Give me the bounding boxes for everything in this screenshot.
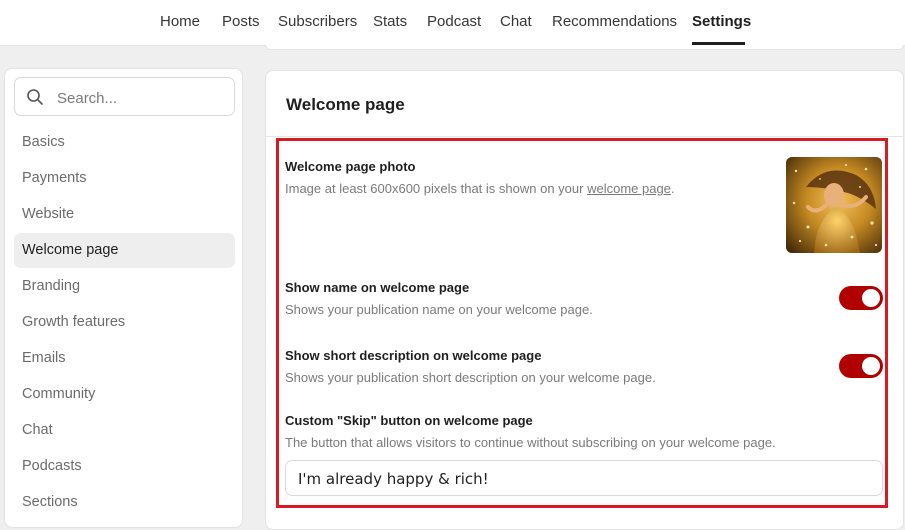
settings-sidebar: Basics Payments Website Welcome page Bra… — [4, 68, 243, 528]
sidebar-item-emails[interactable]: Emails — [14, 341, 235, 376]
sidebar-item-label: Emails — [22, 350, 66, 366]
tab-recommendations[interactable]: Recommendations — [552, 13, 677, 30]
photo-setting-title: Welcome page photo — [285, 159, 416, 174]
search-input[interactable] — [55, 87, 229, 109]
show-name-description: Shows your publication name on your welc… — [285, 302, 593, 317]
show-name-toggle[interactable] — [839, 286, 883, 310]
sidebar-item-podcasts[interactable]: Podcasts — [14, 449, 235, 484]
show-description-toggle[interactable] — [839, 354, 883, 378]
show-name-title: Show name on welcome page — [285, 280, 470, 295]
toggle-knob — [862, 289, 880, 307]
photo-desc-text: Image at least 600x600 pixels that is sh… — [285, 181, 588, 196]
search-box[interactable] — [14, 77, 235, 116]
sidebar-item-branding[interactable]: Branding — [14, 269, 235, 304]
tab-home[interactable]: Home — [160, 13, 200, 30]
divider — [266, 136, 903, 137]
photo-desc-suffix: . — [670, 181, 675, 196]
sidebar-item-label: Chat — [22, 422, 53, 438]
sidebar-item-growth-features[interactable]: Growth features — [14, 305, 235, 340]
sidebar-item-label: Payments — [22, 170, 87, 186]
previous-panel-edge — [265, 45, 904, 50]
photo-setting-description: Image at least 600x600 pixels that is sh… — [285, 181, 675, 196]
sidebar-item-label: Community — [22, 386, 96, 402]
show-description-title: Show short description on welcome page — [285, 348, 542, 363]
tab-subscribers[interactable]: Subscribers — [278, 13, 357, 30]
sidebar-item-label: Podcasts — [22, 458, 82, 474]
welcome-photo-thumbnail[interactable] — [786, 157, 882, 253]
sidebar-item-label: Sections — [22, 494, 78, 510]
tab-podcast[interactable]: Podcast — [427, 13, 481, 30]
sidebar-item-payments[interactable]: Payments — [14, 161, 235, 196]
sidebar-item-label: Branding — [22, 278, 81, 294]
sidebar-item-chat[interactable]: Chat — [14, 413, 235, 448]
page-title: Welcome page — [286, 95, 405, 114]
sidebar-item-website[interactable]: Website — [14, 197, 235, 232]
sidebar-item-label: Growth features — [22, 314, 126, 330]
skip-button-description: The button that allows visitors to conti… — [285, 435, 776, 450]
tab-settings[interactable]: Settings — [692, 13, 751, 30]
welcome-photo-image — [786, 157, 882, 253]
sidebar-item-label: Basics — [22, 134, 65, 150]
sidebar-item-welcome-page[interactable]: Welcome page — [14, 233, 235, 268]
skip-button-input[interactable] — [296, 468, 870, 490]
welcome-page-link[interactable]: welcome page — [587, 181, 671, 196]
sidebar-item-label: Website — [22, 206, 75, 222]
search-icon — [27, 89, 43, 105]
skip-button-field[interactable] — [285, 460, 883, 496]
toggle-knob — [862, 357, 880, 375]
top-nav: Home Posts Subscribers Stats Podcast Cha… — [0, 0, 905, 46]
sidebar-item-sections[interactable]: Sections — [14, 485, 235, 520]
show-description-description: Shows your publication short description… — [285, 370, 656, 385]
tab-stats[interactable]: Stats — [373, 13, 407, 30]
skip-button-title: Custom "Skip" button on welcome page — [285, 413, 533, 428]
tab-chat[interactable]: Chat — [500, 13, 532, 30]
sidebar-item-community[interactable]: Community — [14, 377, 235, 412]
tab-posts[interactable]: Posts — [222, 13, 260, 30]
sidebar-item-label: Welcome page — [22, 242, 119, 258]
sidebar-item-basics[interactable]: Basics — [14, 125, 235, 160]
